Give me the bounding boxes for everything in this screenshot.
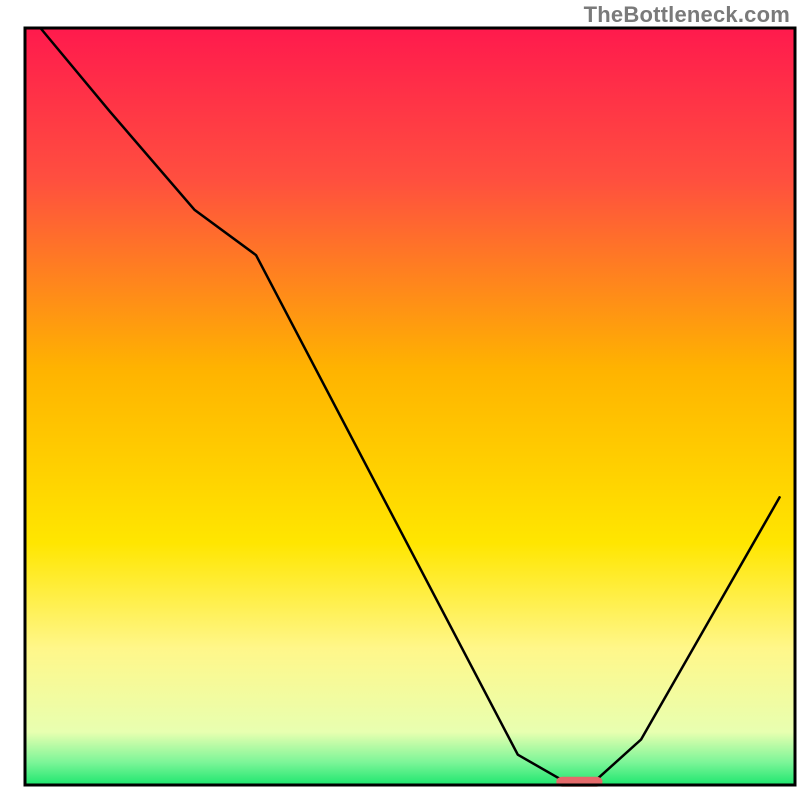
chart-container: TheBottleneck.com: [0, 0, 800, 800]
bottleneck-chart: [0, 0, 800, 800]
